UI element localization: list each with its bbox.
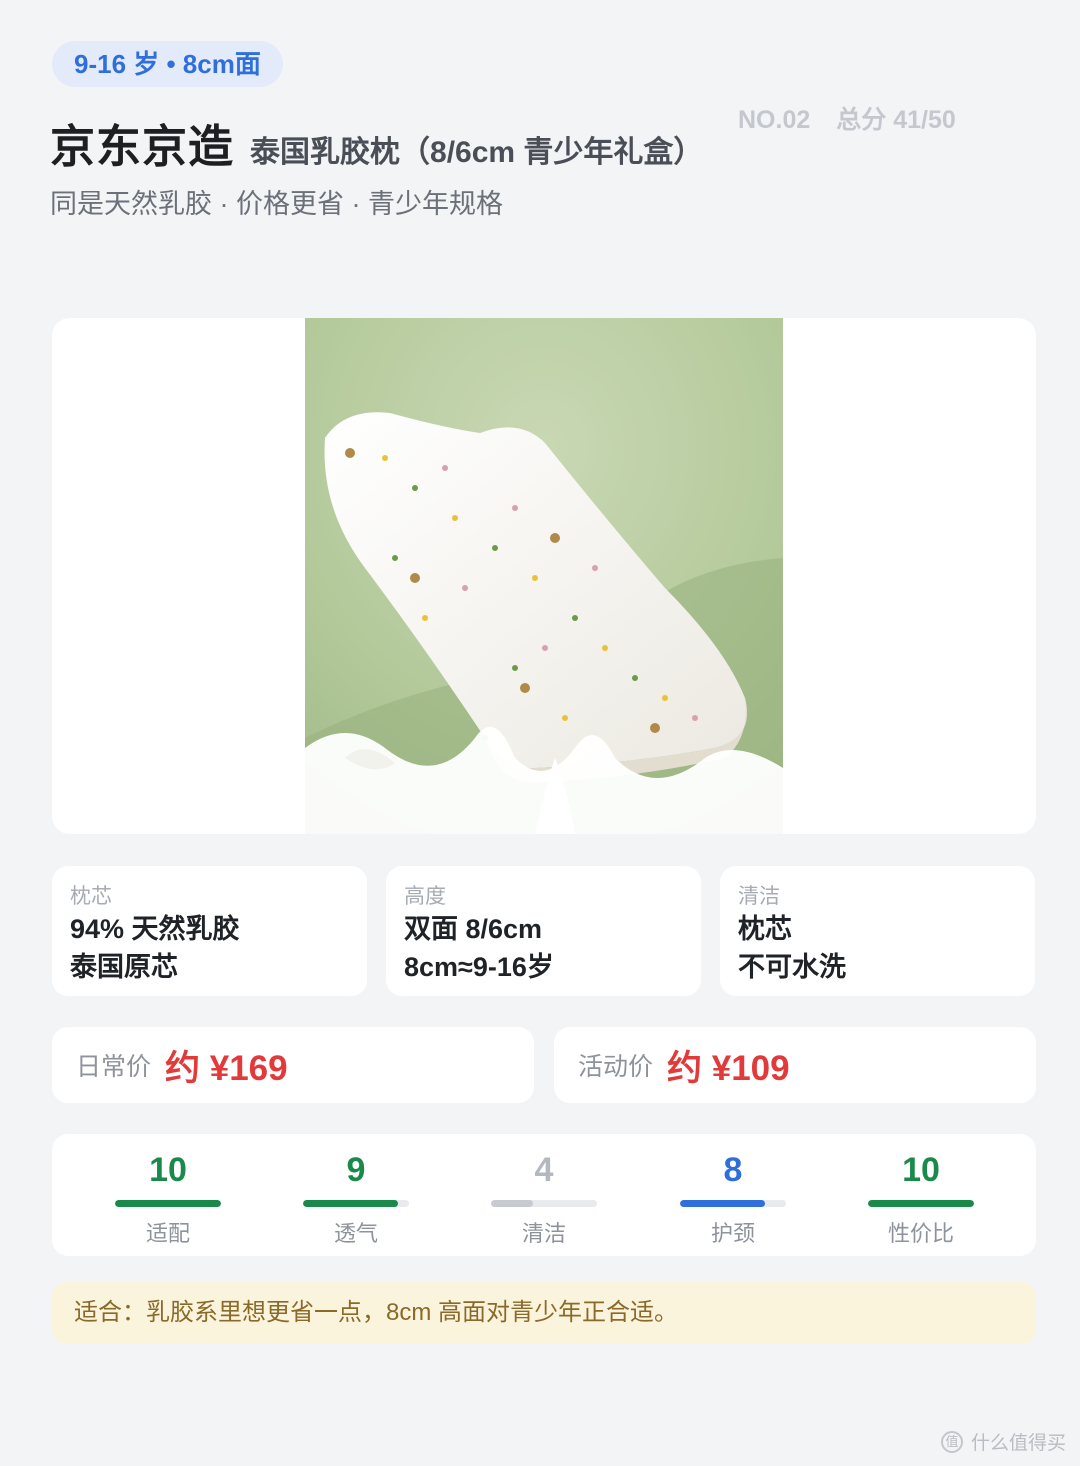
spec-height: 高度 双面 8/6cm 8cm≈9-16岁 bbox=[386, 866, 701, 996]
total-score: 总分 41/50 bbox=[836, 106, 956, 134]
score-bar-fill bbox=[680, 1200, 765, 1207]
promo-price-label: 活动价 bbox=[578, 1053, 654, 1081]
score-value: 10 bbox=[902, 1151, 940, 1189]
suitability-note: 适合：乳胶系里想更省一点，8cm 高面对青少年正合适。 bbox=[52, 1282, 1036, 1344]
score-fit: 10 适配 bbox=[115, 1134, 221, 1256]
daily-price-card: 日常价 约 ¥169 bbox=[52, 1027, 534, 1103]
score-value-for-money: 10 性价比 bbox=[868, 1134, 974, 1256]
product-photo bbox=[305, 318, 783, 834]
promo-price-value: 约 ¥109 bbox=[667, 1048, 790, 1088]
age-badge: 9-16 岁 • 8cm面 bbox=[52, 41, 283, 87]
product-subtitle: 同是天然乳胶 · 价格更省 · 青少年规格 bbox=[50, 189, 503, 219]
watermark-logo-icon: 值 bbox=[940, 1430, 963, 1453]
spec-label: 枕芯 bbox=[70, 885, 112, 908]
score-breathability: 9 透气 bbox=[303, 1134, 409, 1256]
rank-number: NO.02 bbox=[738, 106, 811, 134]
spec-core: 枕芯 94% 天然乳胶 泰国原芯 bbox=[52, 866, 367, 996]
score-bar bbox=[680, 1200, 786, 1207]
score-bar-fill bbox=[303, 1200, 399, 1207]
watermark: 值 什么值得买 bbox=[940, 1428, 1066, 1455]
score-bar bbox=[491, 1200, 597, 1207]
title-row: 京东京造 泰国乳胶枕（8/6cm 青少年礼盒） bbox=[50, 110, 703, 175]
spec-value: 泰国原芯 bbox=[70, 952, 178, 982]
daily-price-label: 日常价 bbox=[76, 1053, 152, 1081]
spec-cleaning: 清洁 枕芯 不可水洗 bbox=[720, 866, 1035, 996]
score-label: 护颈 bbox=[710, 1221, 755, 1246]
spec-value: 枕芯 bbox=[738, 914, 792, 944]
score-bar-fill bbox=[115, 1200, 221, 1207]
spec-value: 不可水洗 bbox=[738, 952, 846, 982]
product-image-card bbox=[52, 318, 1036, 834]
score-neck-support: 8 护颈 bbox=[680, 1134, 786, 1256]
score-cleaning: 4 清洁 bbox=[491, 1134, 597, 1256]
score-label: 透气 bbox=[333, 1221, 378, 1246]
daily-price-value: 约 ¥169 bbox=[165, 1048, 288, 1088]
spec-label: 高度 bbox=[404, 885, 446, 908]
watermark-text: 什么值得买 bbox=[970, 1433, 1066, 1454]
spec-value: 双面 8/6cm bbox=[404, 914, 543, 944]
spec-label: 清洁 bbox=[738, 885, 780, 908]
score-value: 10 bbox=[149, 1151, 187, 1189]
score-bar-fill bbox=[868, 1200, 974, 1207]
score-bar-fill bbox=[491, 1200, 534, 1207]
score-label: 适配 bbox=[145, 1221, 190, 1246]
promo-price-card: 活动价 约 ¥109 bbox=[554, 1027, 1036, 1103]
brand-name: 京东京造 bbox=[50, 121, 235, 172]
score-label: 性价比 bbox=[887, 1221, 954, 1246]
rank-meta: NO.02 总分 41/50 bbox=[738, 100, 956, 136]
score-panel: 10 适配 9 透气 4 清洁 8 护颈 10 性价比 bbox=[52, 1134, 1036, 1256]
score-bar bbox=[115, 1200, 221, 1207]
score-bar bbox=[303, 1200, 409, 1207]
score-value: 4 bbox=[534, 1151, 554, 1189]
spec-value: 94% 天然乳胶 bbox=[70, 914, 240, 944]
spec-value: 8cm≈9-16岁 bbox=[404, 952, 554, 982]
product-name: 泰国乳胶枕（8/6cm 青少年礼盒） bbox=[250, 136, 704, 169]
score-label: 清洁 bbox=[521, 1221, 566, 1246]
score-value: 9 bbox=[346, 1151, 366, 1189]
score-bar bbox=[868, 1200, 974, 1207]
score-value: 8 bbox=[723, 1151, 743, 1189]
